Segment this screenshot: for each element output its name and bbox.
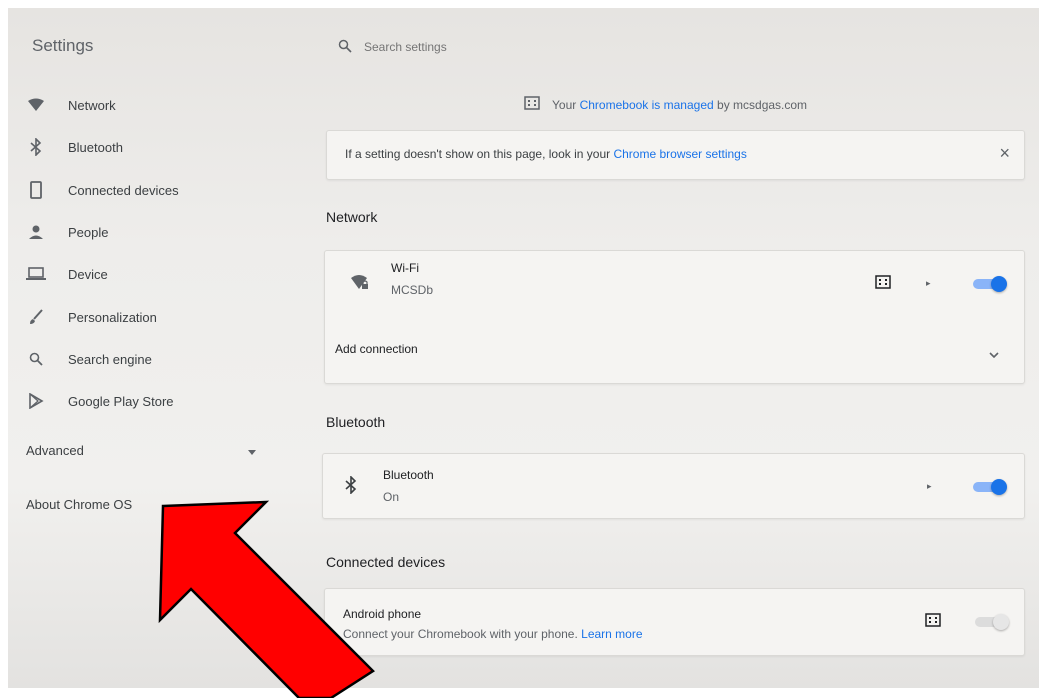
bluetooth-toggle[interactable]: [973, 479, 1007, 495]
sidebar-item-connected-devices[interactable]: Connected devices: [26, 175, 286, 205]
sidebar-item-personalization[interactable]: Personalization: [26, 302, 286, 332]
sidebar-item-bluetooth[interactable]: Bluetooth: [26, 132, 286, 162]
search-icon: [26, 349, 46, 369]
managed-prefix: Your: [552, 97, 577, 112]
chevron-down-icon: [248, 443, 256, 458]
sidebar-item-network[interactable]: Network: [26, 90, 286, 120]
network-card: Wi-Fi MCSDb ▸ Add connection: [324, 250, 1025, 384]
sidebar-item-google-play-store[interactable]: Google Play Store: [26, 386, 286, 416]
sidebar: Settings Network Bluetooth Connected dev…: [8, 8, 308, 688]
wifi-lock-icon: [351, 273, 371, 296]
chevron-right-icon[interactable]: ▸: [926, 278, 931, 289]
wifi-toggle[interactable]: [973, 276, 1007, 292]
sidebar-item-label: People: [68, 224, 109, 240]
search-bar[interactable]: [338, 36, 664, 58]
sidebar-item-search-engine[interactable]: Search engine: [26, 344, 286, 374]
info-text: If a setting doesn't show on this page, …: [345, 147, 747, 161]
bluetooth-icon: [26, 137, 46, 157]
managed-building-icon: [925, 613, 941, 632]
info-message: If a setting doesn't show on this page, …: [345, 147, 611, 161]
laptop-icon: [26, 264, 46, 284]
sidebar-about-chrome-os[interactable]: About Chrome OS: [26, 497, 132, 512]
info-banner: If a setting doesn't show on this page, …: [326, 130, 1025, 180]
section-title-connected-devices: Connected devices: [326, 554, 446, 570]
sidebar-item-label: Personalization: [68, 309, 157, 325]
sidebar-item-label: Google Play Store: [68, 393, 174, 409]
sidebar-item-people[interactable]: People: [26, 217, 286, 247]
sidebar-item-label: Bluetooth: [68, 139, 123, 155]
settings-window: Settings Network Bluetooth Connected dev…: [8, 8, 1039, 688]
bluetooth-status: On: [383, 490, 400, 504]
add-connection-row[interactable]: Add connection: [325, 331, 1024, 371]
sidebar-item-device[interactable]: Device: [26, 259, 286, 289]
bluetooth-label: Bluetooth: [383, 468, 434, 482]
sidebar-item-label: Device: [68, 266, 108, 282]
person-icon: [26, 222, 46, 242]
wifi-label: Wi-Fi: [391, 261, 419, 275]
learn-more-link[interactable]: Learn more: [581, 627, 642, 641]
close-icon[interactable]: ×: [999, 143, 1010, 164]
managed-suffix: by mcsdgas.com: [717, 97, 808, 112]
search-input[interactable]: [364, 40, 664, 54]
toggle-knob: [991, 276, 1007, 292]
android-phone-description: Connect your Chromebook with your phone.…: [343, 627, 643, 641]
brush-icon: [26, 307, 46, 327]
android-phone-desc-text: Connect your Chromebook with your phone.: [343, 627, 578, 641]
advanced-label: Advanced: [26, 442, 84, 458]
wifi-icon: [26, 95, 46, 115]
toggle-knob: [993, 614, 1009, 630]
phone-icon: [26, 180, 46, 200]
building-icon: [524, 96, 540, 113]
play-store-icon: [26, 391, 46, 411]
chevron-right-icon[interactable]: ▸: [927, 481, 932, 492]
bluetooth-icon: [345, 475, 357, 499]
add-connection-label: Add connection: [335, 342, 418, 356]
android-phone-toggle[interactable]: [975, 614, 1009, 630]
wifi-network-name: MCSDb: [391, 283, 434, 297]
search-icon: [338, 39, 352, 56]
chrome-browser-settings-link[interactable]: Chrome browser settings: [613, 147, 746, 161]
android-phone-label: Android phone: [343, 607, 422, 621]
wifi-row[interactable]: Wi-Fi MCSDb ▸: [325, 251, 1024, 315]
app-title: Settings: [32, 36, 94, 55]
sidebar-item-label: Network: [68, 97, 116, 113]
section-title-network: Network: [326, 209, 378, 225]
sidebar-advanced[interactable]: Advanced: [26, 438, 256, 462]
section-title-bluetooth: Bluetooth: [326, 414, 386, 430]
chevron-down-icon: [989, 345, 999, 363]
sidebar-item-label: Connected devices: [68, 182, 179, 198]
managed-notice: Your Chromebook is managed by mcsdgas.co…: [524, 96, 807, 113]
connected-devices-card[interactable]: Android phone Connect your Chromebook wi…: [324, 588, 1025, 656]
bluetooth-card[interactable]: Bluetooth On ▸: [322, 453, 1025, 519]
managed-link[interactable]: Chromebook is managed: [580, 98, 714, 112]
sidebar-item-label: Search engine: [68, 351, 152, 367]
toggle-knob: [991, 479, 1007, 495]
managed-building-icon: [875, 275, 891, 294]
